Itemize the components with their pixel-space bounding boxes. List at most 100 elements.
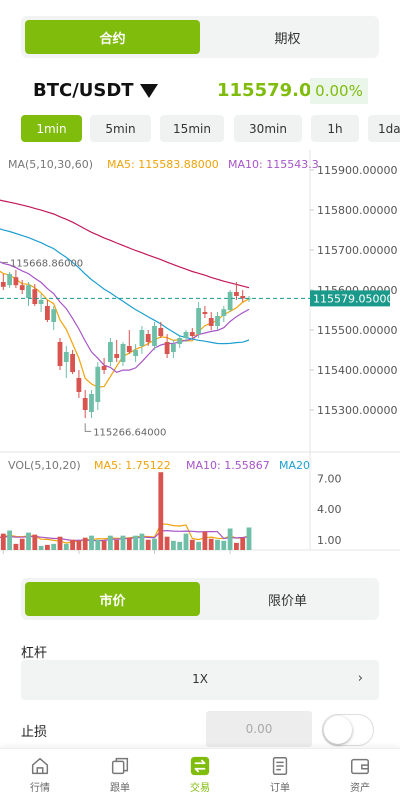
timeframe-1min[interactable]: 1min: [21, 115, 82, 142]
volume-tick-label: 1.00: [317, 534, 342, 547]
tab-copy-trade-label: 跟单: [110, 783, 130, 794]
candle-body: [145, 334, 151, 342]
volume-bar: [234, 542, 239, 550]
candle-body: [120, 344, 126, 362]
low-label: 115266.64000: [93, 427, 166, 438]
tab-contract[interactable]: 合约: [25, 20, 200, 54]
volume-bar: [164, 536, 170, 550]
stop-loss-input[interactable]: 0.00: [206, 711, 312, 747]
candle-body: [164, 342, 170, 354]
volume-bar: [63, 543, 69, 550]
stop-loss-label: 止损: [21, 725, 48, 740]
candle-body: [51, 309, 57, 322]
candle-body: [13, 277, 19, 286]
tab-market-order[interactable]: 市价: [25, 582, 200, 616]
candle-body: [202, 312, 208, 314]
price-tick-label: 115800.00000: [317, 204, 397, 217]
bottom-tab-bar: 行情 跟单 交易 订单 资产: [0, 748, 400, 800]
candle-body: [158, 328, 164, 336]
tab-trade-label: 交易: [190, 783, 210, 794]
volume-bar: [95, 539, 101, 550]
volume-bar: [57, 536, 63, 550]
volume-bar: [208, 538, 214, 550]
candle-body: [227, 292, 233, 310]
ma5-legend: MA5: 115583.88000: [107, 158, 219, 171]
stop-loss-toggle[interactable]: [322, 714, 374, 746]
candle-body: [101, 366, 107, 370]
tab-limit-order[interactable]: 限价单: [200, 582, 375, 616]
volume-bar: [38, 545, 44, 550]
tab-options[interactable]: 期权: [200, 20, 375, 54]
tab-market[interactable]: 行情: [0, 749, 80, 800]
candle-body: [152, 326, 157, 346]
volume-bar: [215, 539, 220, 550]
timeframe-5min[interactable]: 5min: [90, 115, 151, 142]
candle-body: [183, 332, 189, 338]
tab-assets-label: 资产: [350, 783, 370, 794]
time-tick-label: 12:32: [214, 559, 246, 560]
vol-legend-prefix: VOL(5,10,20): [8, 459, 81, 472]
volume-bar: [13, 543, 19, 550]
candle-body: [221, 309, 227, 316]
candle-body: [139, 330, 145, 346]
tab-trade[interactable]: 交易: [160, 749, 240, 800]
volume-bar: [19, 538, 25, 550]
volume-bar: [82, 537, 88, 550]
volume-bar: [202, 531, 208, 550]
tab-orders-label: 订单: [270, 783, 290, 794]
volume-bar: [26, 532, 31, 550]
volume-bar: [240, 537, 246, 550]
candle-body: [26, 285, 31, 298]
volume-bar: [126, 537, 132, 550]
volume-bar: [114, 539, 120, 550]
low-marker: [84, 423, 92, 432]
leverage-selector[interactable]: 1X ›: [21, 660, 379, 700]
time-tick-label: 12:20: [139, 559, 171, 560]
volume-bar: [45, 544, 50, 550]
time-tick-label: 11:56: [0, 559, 19, 560]
candle-body: [32, 289, 38, 304]
volume-bar: [183, 533, 189, 550]
order-icon: [272, 757, 288, 775]
ma60-line: [0, 199, 250, 289]
volume-bar: [177, 541, 183, 550]
price-tick-label: 115400.00000: [317, 364, 397, 377]
volume-tick-label: 7.00: [317, 472, 342, 485]
candle-body: [89, 394, 94, 412]
tab-orders[interactable]: 订单: [240, 749, 320, 800]
price-tick-label: 115500.00000: [317, 324, 397, 337]
candle-body: [234, 292, 239, 296]
candle-body: [82, 398, 88, 410]
candle-body: [133, 350, 138, 356]
tab-copy-trade[interactable]: 跟单: [80, 749, 160, 800]
pair-selector[interactable]: BTC/USDT: [33, 80, 158, 101]
volume-bar: [101, 540, 107, 550]
candlestick-chart[interactable]: MA(5,10,30,60) MA5: 115583.88000 MA10: 1…: [0, 150, 400, 560]
volume-bar: [246, 527, 252, 550]
volume-bar: [158, 472, 164, 550]
time-tick-label: 12:08: [63, 559, 95, 560]
chevron-right-icon: ›: [357, 671, 363, 686]
price-tick-label: 115700.00000: [317, 244, 397, 257]
timeframe-30min[interactable]: 30min: [234, 115, 302, 142]
high-label: 115668.86000: [10, 258, 83, 269]
candle-body: [76, 378, 82, 392]
vol-ma10-legend: MA10: 1.55867: [186, 459, 270, 472]
timeframe-1h[interactable]: 1h: [311, 115, 359, 142]
candle-body: [95, 366, 101, 402]
price-tick-label: 115300.00000: [317, 404, 397, 417]
timeframe-1day[interactable]: 1day: [368, 115, 400, 142]
candle-body: [108, 342, 113, 362]
leverage-label: 杠杆: [21, 646, 48, 661]
last-price: 115579.05: [217, 80, 325, 101]
candle-body: [196, 308, 201, 334]
volume-bar: [70, 539, 75, 550]
volume-tick-label: 4.00: [317, 503, 342, 516]
timeframe-15min[interactable]: 15min: [160, 115, 224, 142]
home-icon: [31, 757, 49, 775]
caret-down-icon: [139, 83, 158, 98]
product-switch: 合约 期权: [21, 16, 379, 58]
candle-body: [19, 285, 25, 290]
tab-assets[interactable]: 资产: [320, 749, 400, 800]
change-badge: 0.00%: [310, 78, 368, 104]
